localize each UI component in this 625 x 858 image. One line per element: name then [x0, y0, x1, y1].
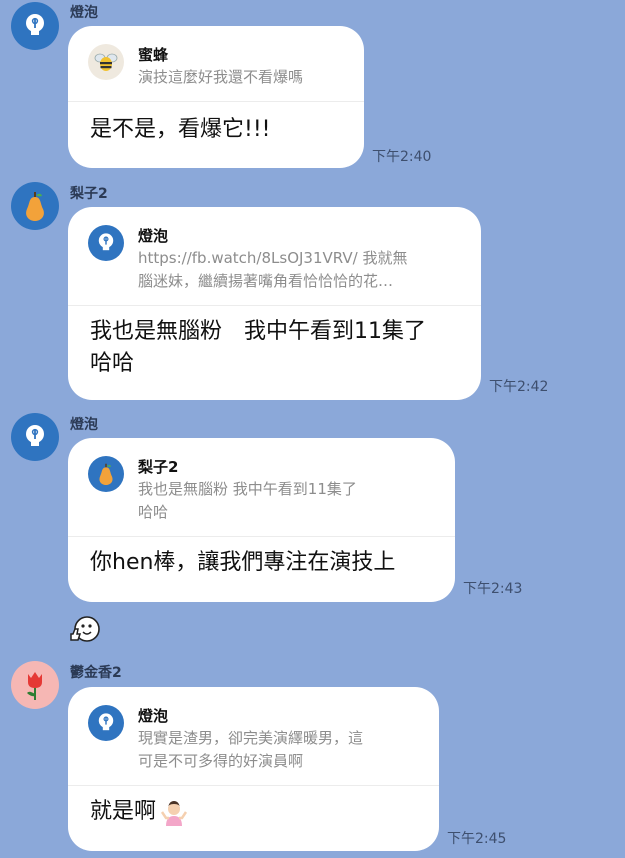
message-text: 哈哈 [90, 351, 135, 376]
avatar-bulb[interactable] [11, 2, 59, 50]
message-bubble[interactable]: 蜜蜂 演技這麼好我還不看爆嗎 是不是，看爆它!!! [68, 26, 364, 168]
quote-text: 哈哈 [138, 503, 169, 521]
message-bubble[interactable]: 燈泡 https://fb.watch/8LsOJ31VRV/ 我就無 腦迷妹，… [68, 207, 481, 400]
shrug-emoji-icon [160, 801, 188, 826]
bulb-icon [26, 425, 44, 446]
reply-quote[interactable]: 燈泡 https://fb.watch/8LsOJ31VRV/ 我就無 腦迷妹，… [68, 207, 481, 306]
quote-text: 演技這麼好我還不看爆嗎 [138, 68, 304, 86]
quote-text: 現實是渣男，卻完美演繹暖男，這 [138, 729, 364, 747]
sender-name: 燈泡 [70, 5, 98, 21]
message-time: 下午2:40 [372, 149, 432, 165]
reply-quote[interactable]: 梨子2 我也是無腦粉 我中午看到11集了 哈哈 [68, 438, 455, 537]
quote-text: 我也是無腦粉 我中午看到11集了 [138, 480, 357, 498]
message-text: 是不是，看爆它!!! [90, 117, 271, 142]
avatar-tulip[interactable] [11, 661, 59, 709]
quote-sender: 梨子2 [138, 458, 179, 476]
sender-name: 燈泡 [70, 417, 98, 433]
message-text: 你hen棒，讓我們專注在演技上 [90, 550, 396, 575]
quote-avatar [88, 44, 124, 80]
quote-sender: 燈泡 [138, 227, 169, 245]
sticker[interactable] [68, 612, 102, 646]
message-text: 我也是無腦粉 我中午看到11集了 [90, 319, 426, 344]
reply-quote[interactable]: 燈泡 現實是渣男，卻完美演繹暖男，這 可是不可多得的好演員啊 [68, 687, 439, 786]
quote-avatar [88, 456, 124, 492]
bee-icon [94, 53, 118, 71]
sender-name: 鬱金香2 [70, 665, 122, 681]
avatar-pear[interactable] [11, 182, 59, 230]
pear-icon [26, 192, 44, 221]
bulb-icon [26, 14, 44, 35]
quote-sender: 燈泡 [138, 707, 169, 725]
bulb-icon [98, 713, 114, 731]
quote-text[interactable]: https://fb.watch/8LsOJ31VRV/ 我就無 [138, 247, 461, 270]
quote-text: 可是不可多得的好演員啊 [138, 752, 304, 770]
bulb-icon [98, 233, 114, 251]
quote-sender: 蜜蜂 [138, 46, 169, 64]
message-text: 就是啊 [90, 799, 157, 824]
message-bubble[interactable]: 梨子2 我也是無腦粉 我中午看到11集了 哈哈 你hen棒，讓我們專注在演技上 [68, 438, 455, 602]
quote-avatar [88, 225, 124, 261]
message-time: 下午2:45 [447, 831, 507, 847]
message-bubble[interactable]: 燈泡 現實是渣男，卻完美演繹暖男，這 可是不可多得的好演員啊 就是啊 [68, 687, 439, 851]
reply-quote[interactable]: 蜜蜂 演技這麼好我還不看爆嗎 [68, 26, 364, 102]
message-time: 下午2:42 [489, 379, 549, 395]
pear-icon [99, 463, 113, 485]
sender-name: 梨子2 [70, 186, 108, 202]
avatar-bulb[interactable] [11, 413, 59, 461]
quote-text: 腦迷妹，繼續揚著嘴角看恰恰恰的花… [138, 272, 394, 290]
message-time: 下午2:43 [463, 581, 523, 597]
tulip-icon [27, 672, 42, 700]
thumbs-up-sticker-icon [70, 616, 100, 642]
quote-avatar [88, 705, 124, 741]
